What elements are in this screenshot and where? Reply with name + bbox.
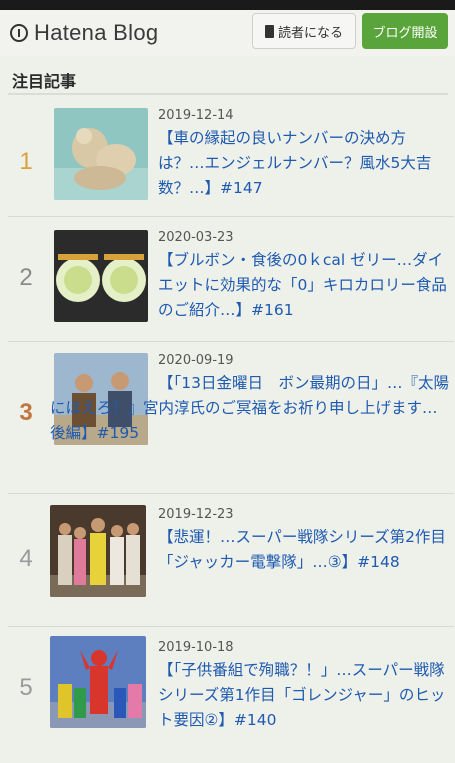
article-item[interactable]: 4 2019-12-23 【悲運！…スーパー戦隊シリーズ第2作目「ジャッカー電撃… [0, 495, 455, 625]
section-title: 注目記事 [12, 72, 77, 91]
book-icon [264, 24, 274, 38]
subscribe-label: 読者になる [277, 25, 343, 41]
rank-number: 1 [19, 148, 33, 175]
logo-text: Hatena Blog [34, 20, 159, 45]
hatena-logo-icon [10, 24, 28, 42]
header: Hatena Blog 読者になる ブログ開設 [0, 10, 455, 56]
status-bar [0, 0, 455, 10]
start-blog-label: ブログ開設 [372, 25, 438, 41]
article-thumbnail[interactable] [54, 230, 148, 322]
article-date: 2019-12-14 [158, 108, 234, 123]
article-date: 2020-03-23 [158, 230, 234, 245]
article-thumbnail[interactable] [50, 505, 146, 597]
article-title-link[interactable]: 【「13日金曜日 ボン最期の日」…『太陽にほえろ！』宮内淳氏のご冥福をお祈り申し… [50, 371, 450, 446]
hatena-blog-logo[interactable]: Hatena Blog [10, 20, 158, 46]
article-item[interactable]: 3 2020-09-19 【「13日金曜日 ボン最期の日」…『太陽にほえろ！』宮… [0, 343, 455, 493]
rank-number: 4 [19, 545, 33, 572]
rank-number: 5 [19, 674, 33, 701]
article-item[interactable]: 2 2020-03-23 【ブルボン・食後の0ｋcal ゼリー…ダイエットに効果… [0, 218, 455, 340]
rank-number: 2 [19, 264, 33, 291]
article-date: 2019-12-23 [158, 507, 234, 522]
article-date: 2020-09-19 [158, 353, 234, 368]
item-divider [8, 626, 454, 627]
article-thumbnail[interactable] [54, 108, 148, 200]
item-divider [8, 493, 454, 494]
article-thumbnail[interactable] [50, 636, 146, 728]
item-divider [8, 216, 454, 217]
article-item[interactable]: 5 2019-10-18 【「子供番組で殉職？！」…スーパー戦隊シリーズ第1作目… [0, 628, 455, 758]
rank-number: 3 [19, 399, 33, 426]
article-item[interactable]: 1 2019-12-14 【車の縁起の良いナンバーの決め方は？…エンジェルナンバ… [0, 100, 455, 216]
article-title-link[interactable]: 【車の縁起の良いナンバーの決め方は？…エンジェルナンバー？風水5大吉数？…】#1… [158, 126, 448, 201]
article-title-link[interactable]: 【「子供番組で殉職？！」…スーパー戦隊シリーズ第1作目「ゴレンジャー」のヒット要… [158, 658, 448, 733]
section-divider [8, 93, 448, 95]
subscribe-button[interactable]: 読者になる [252, 13, 356, 49]
article-date: 2019-10-18 [158, 640, 234, 655]
start-blog-button[interactable]: ブログ開設 [362, 13, 448, 49]
item-divider [8, 341, 454, 342]
article-title-link[interactable]: 【悲運！…スーパー戦隊シリーズ第2作目「ジャッカー電撃隊」…③】#148 [158, 525, 448, 575]
article-title-link[interactable]: 【ブルボン・食後の0ｋcal ゼリー…ダイエットに効果的な「0」キロカロリー食品… [158, 248, 448, 323]
